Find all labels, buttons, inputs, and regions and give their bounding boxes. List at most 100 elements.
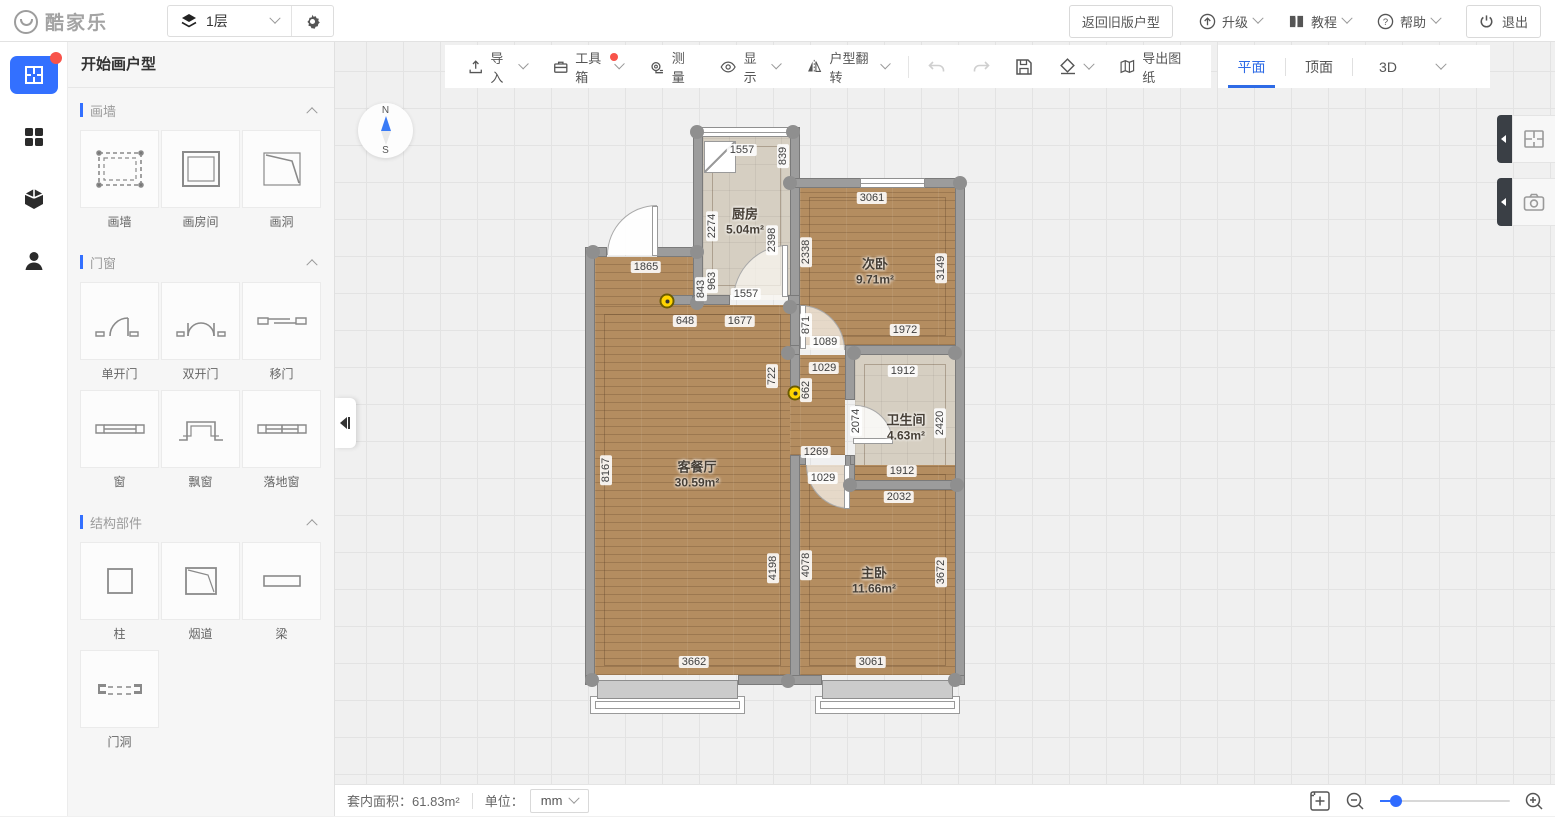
palette-item-bay-window[interactable]: 飘窗 <box>161 390 240 496</box>
wall-node[interactable] <box>781 674 795 688</box>
dimension-label[interactable]: 3672 <box>935 557 947 587</box>
palette-item-door-sliding[interactable]: 移门 <box>242 282 321 388</box>
wall-segment[interactable] <box>845 480 965 490</box>
dimension-label[interactable]: 1029 <box>809 362 839 374</box>
section-header[interactable]: 门窗 <box>80 250 322 274</box>
wall-node[interactable] <box>690 245 704 259</box>
wall-segment[interactable] <box>850 455 855 465</box>
dimension-label[interactable]: 1912 <box>888 365 918 377</box>
wall-node[interactable] <box>843 478 857 492</box>
wall-node[interactable] <box>948 346 962 360</box>
kitchen-door-leaf[interactable] <box>782 245 788 297</box>
panel-collapse-handle[interactable] <box>335 398 356 448</box>
palette-item-flue[interactable]: 烟道 <box>161 542 240 648</box>
palette-item-draw-room[interactable]: 画房间 <box>161 130 240 236</box>
tab-ceiling-view[interactable]: 顶面 <box>1286 45 1352 88</box>
rail-3d-models-button[interactable] <box>22 187 46 211</box>
tab-3d-view[interactable]: 3D <box>1353 45 1423 88</box>
measure-button[interactable]: 测量 <box>636 45 707 88</box>
dimension-label[interactable]: 3061 <box>856 656 886 668</box>
palette-item-draw-wall[interactable]: 画墙 <box>80 130 159 236</box>
dimension-label[interactable]: 662 <box>800 378 812 402</box>
palette-item-door-single[interactable]: 单开门 <box>80 282 159 388</box>
wall-segment[interactable] <box>845 345 965 355</box>
eraser-button[interactable] <box>1045 45 1106 88</box>
wall-segment[interactable] <box>955 178 965 685</box>
tutorial-menu[interactable]: 教程 <box>1288 12 1351 31</box>
toolbox-button[interactable]: 工具箱 <box>540 45 636 88</box>
zoom-out-icon[interactable] <box>1345 791 1366 812</box>
tab-plan-view[interactable]: 平面 <box>1218 45 1285 88</box>
entrance-door-arc[interactable] <box>607 205 657 255</box>
room-label[interactable]: 卫生间4.63m² <box>886 410 925 443</box>
room-floor-corridor[interactable] <box>790 392 800 455</box>
wall-node[interactable] <box>847 346 861 360</box>
window-bedroom2[interactable] <box>860 178 925 188</box>
upgrade-menu[interactable]: 升级 <box>1199 12 1262 31</box>
dimension-label[interactable]: 722 <box>766 364 778 388</box>
wall-node[interactable] <box>783 300 797 314</box>
dimension-label[interactable]: 1677 <box>725 315 755 327</box>
dimension-label[interactable]: 8167 <box>600 455 612 485</box>
dimension-label[interactable]: 3662 <box>679 656 709 668</box>
dimension-label[interactable]: 2398 <box>766 225 778 255</box>
dimension-label[interactable]: 2074 <box>850 406 862 436</box>
window-kitchen[interactable] <box>700 127 788 137</box>
dimension-label[interactable]: 648 <box>673 315 697 327</box>
dimension-label[interactable]: 1269 <box>801 446 831 458</box>
wall-node[interactable] <box>953 176 967 190</box>
rail-apps-button[interactable] <box>22 125 46 149</box>
wall-node[interactable] <box>585 673 599 687</box>
wall-endpoint-node[interactable] <box>662 296 673 307</box>
dimension-label[interactable]: 839 <box>777 144 789 168</box>
rail-floorplan-tool[interactable] <box>10 56 58 94</box>
palette-item-door-opening[interactable]: 门洞 <box>80 650 159 756</box>
dimension-label[interactable]: 843 <box>695 277 707 301</box>
wall-node[interactable] <box>950 478 964 492</box>
section-header[interactable]: 画墙 <box>80 98 322 122</box>
snapshot-panel-collapse-tab[interactable] <box>1497 178 1512 226</box>
dimension-label[interactable]: 1029 <box>808 472 838 484</box>
wall-endpoint-node[interactable] <box>790 388 801 399</box>
palette-item-draw-hole[interactable]: 画洞 <box>242 130 321 236</box>
display-button[interactable]: 显示 <box>707 45 793 88</box>
dimension-label[interactable]: 1089 <box>810 336 840 348</box>
drawing-canvas[interactable]: 导入 工具箱 测量 显示 户型翻转 <box>335 42 1555 816</box>
wall-node[interactable] <box>783 176 797 190</box>
dimension-label[interactable]: 1865 <box>631 261 661 273</box>
wall-node[interactable] <box>948 673 962 687</box>
dimension-label[interactable]: 1557 <box>731 288 761 300</box>
save-button[interactable] <box>1003 45 1045 88</box>
wall-segment[interactable] <box>585 247 595 685</box>
flip-button[interactable]: 户型翻转 <box>793 45 902 88</box>
layout-panel-button[interactable] <box>1512 115 1555 163</box>
help-menu[interactable]: ? 帮助 <box>1377 12 1440 31</box>
dimension-label[interactable]: 1557 <box>727 144 757 156</box>
entrance-door-leaf[interactable] <box>652 206 658 256</box>
import-button[interactable]: 导入 <box>455 45 540 88</box>
dimension-label[interactable]: 1912 <box>887 465 917 477</box>
dimension-label[interactable]: 2274 <box>706 211 718 241</box>
bay-window-right[interactable] <box>822 680 953 699</box>
snapshot-panel-button[interactable] <box>1512 178 1555 226</box>
zoom-in-icon[interactable] <box>1524 791 1545 812</box>
back-to-old-version-button[interactable]: 返回旧版户型 <box>1069 5 1173 38</box>
room-label[interactable]: 客餐厅30.59m² <box>675 457 720 490</box>
wall-node[interactable] <box>690 125 704 139</box>
dimension-label[interactable]: 2032 <box>884 491 914 503</box>
zoom-slider-knob[interactable] <box>1390 795 1402 807</box>
bay-window-left[interactable] <box>597 680 738 699</box>
palette-item-beam[interactable]: 梁 <box>242 542 321 648</box>
dimension-label[interactable]: 871 <box>800 313 812 337</box>
dimension-label[interactable]: 4198 <box>767 553 779 583</box>
unit-dropdown[interactable]: mm <box>530 789 590 813</box>
dimension-label[interactable]: 2338 <box>800 237 812 267</box>
floor-settings-button[interactable] <box>292 6 333 36</box>
room-label[interactable]: 次卧9.71m² <box>856 254 894 287</box>
wall-segment[interactable] <box>790 455 800 685</box>
palette-item-column[interactable]: 柱 <box>80 542 159 648</box>
dimension-label[interactable]: 3149 <box>935 253 947 283</box>
redo-button[interactable] <box>959 45 1003 88</box>
zoom-slider[interactable] <box>1380 800 1510 802</box>
palette-item-window[interactable]: 窗 <box>80 390 159 496</box>
